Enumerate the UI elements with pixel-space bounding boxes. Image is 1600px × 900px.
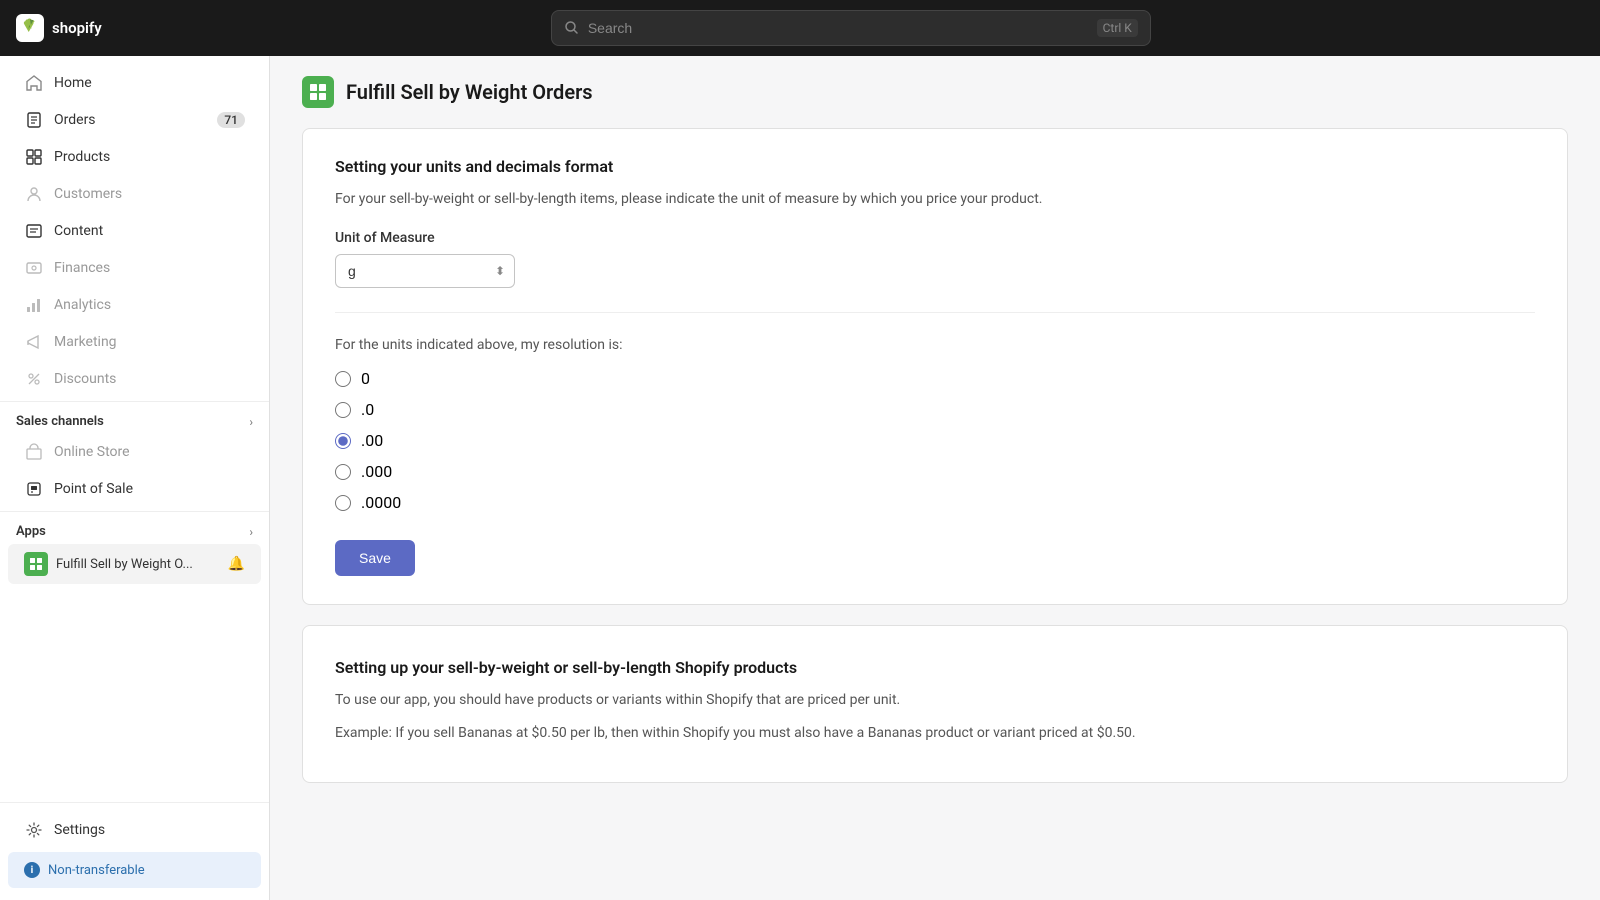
resolution-label: For the units indicated above, my resolu… — [335, 337, 1535, 353]
sidebar: Home Orders 71 Products — [0, 56, 270, 900]
sidebar-item-marketing[interactable]: Marketing — [8, 324, 261, 360]
section1-desc: For your sell-by-weight or sell-by-lengt… — [335, 188, 1535, 210]
sidebar-item-fulfill-app[interactable]: Fulfill Sell by Weight O... 🔔 — [8, 544, 261, 584]
content-icon — [24, 221, 44, 241]
sidebar-label-analytics: Analytics — [54, 297, 111, 313]
radio-label-4: .0000 — [361, 493, 401, 512]
radio-option-1[interactable]: .0 — [335, 400, 1535, 419]
search-input[interactable] — [588, 20, 1089, 36]
sidebar-label-online-store: Online Store — [54, 444, 130, 460]
unit-of-measure-wrapper: g kg lb oz m cm ft in ⬍ — [335, 254, 515, 288]
customers-icon — [24, 184, 44, 204]
topnav: shopify Ctrl K — [0, 0, 1600, 56]
unit-of-measure-select[interactable]: g kg lb oz m cm ft in — [335, 254, 515, 288]
save-button[interactable]: Save — [335, 540, 415, 576]
bell-icon[interactable]: 🔔 — [228, 556, 245, 572]
page-header-icon — [302, 76, 334, 108]
section1-card: Setting your units and decimals format F… — [302, 128, 1568, 605]
sidebar-item-home[interactable]: Home — [8, 65, 261, 101]
radio-4[interactable] — [335, 495, 351, 511]
apps-header: Apps › — [0, 516, 269, 543]
orders-badge: 71 — [217, 112, 245, 128]
sidebar-item-discounts[interactable]: Discounts — [8, 361, 261, 397]
radio-2[interactable] — [335, 433, 351, 449]
shopify-logo[interactable]: shopify — [16, 14, 102, 42]
radio-label-0: 0 — [361, 369, 370, 388]
layout: Home Orders 71 Products — [0, 56, 1600, 900]
radio-option-0[interactable]: 0 — [335, 369, 1535, 388]
sidebar-label-customers: Customers — [54, 186, 122, 202]
search-bar[interactable]: Ctrl K — [551, 10, 1151, 46]
sales-channels-chevron: › — [249, 415, 253, 429]
section2-title: Setting up your sell-by-weight or sell-b… — [335, 658, 1535, 677]
info-icon: i — [24, 862, 40, 878]
fulfill-app-icon — [24, 552, 48, 576]
sidebar-bottom: Settings i Non-transferable — [0, 802, 269, 900]
sidebar-item-settings[interactable]: Settings — [8, 812, 261, 848]
sidebar-label-orders: Orders — [54, 112, 96, 128]
radio-option-3[interactable]: .000 — [335, 462, 1535, 481]
shopify-logo-icon — [16, 14, 44, 42]
store-icon — [24, 442, 44, 462]
sidebar-label-products: Products — [54, 149, 110, 165]
radio-label-2: .00 — [361, 431, 383, 450]
radio-label-3: .000 — [361, 462, 392, 481]
section2-card: Setting up your sell-by-weight or sell-b… — [302, 625, 1568, 783]
sidebar-item-analytics[interactable]: Analytics — [8, 287, 261, 323]
products-icon — [24, 147, 44, 167]
section2-desc2: Example: If you sell Bananas at $0.50 pe… — [335, 722, 1535, 744]
radio-3[interactable] — [335, 464, 351, 480]
sidebar-item-orders[interactable]: Orders 71 — [8, 102, 261, 138]
sidebar-item-customers[interactable]: Customers — [8, 176, 261, 212]
sales-channels-header: Sales channels › — [0, 406, 269, 433]
unit-of-measure-label: Unit of Measure — [335, 230, 1535, 246]
discounts-icon — [24, 369, 44, 389]
radio-option-2[interactable]: .00 — [335, 431, 1535, 450]
radio-label-1: .0 — [361, 400, 374, 419]
sidebar-label-settings: Settings — [54, 822, 105, 838]
apps-label: Apps — [16, 524, 46, 539]
sales-channels-label: Sales channels — [16, 414, 104, 429]
search-icon — [564, 20, 580, 36]
main-content: Fulfill Sell by Weight Orders Setting yo… — [270, 56, 1600, 900]
radio-1[interactable] — [335, 402, 351, 418]
logo-text: shopify — [52, 19, 102, 37]
sidebar-item-products[interactable]: Products — [8, 139, 261, 175]
sidebar-item-finances[interactable]: Finances — [8, 250, 261, 286]
sidebar-divider-2 — [0, 511, 269, 512]
sidebar-label-discounts: Discounts — [54, 371, 116, 387]
section1-title: Setting your units and decimals format — [335, 157, 1535, 176]
radio-0[interactable] — [335, 371, 351, 387]
sidebar-label-finances: Finances — [54, 260, 110, 276]
apps-chevron: › — [249, 525, 253, 539]
home-icon — [24, 73, 44, 93]
sidebar-label-point-of-sale: Point of Sale — [54, 481, 133, 497]
non-transferable-label: Non-transferable — [48, 863, 145, 878]
sidebar-item-online-store[interactable]: Online Store — [8, 434, 261, 470]
sidebar-label-marketing: Marketing — [54, 334, 117, 350]
radio-option-4[interactable]: .0000 — [335, 493, 1535, 512]
sidebar-label-home: Home — [54, 75, 92, 91]
resolution-radio-group: 0 .0 .00 .000 .0000 — [335, 369, 1535, 512]
fulfill-app-label: Fulfill Sell by Weight O... — [56, 557, 193, 572]
analytics-icon — [24, 295, 44, 315]
finances-icon — [24, 258, 44, 278]
orders-icon — [24, 110, 44, 130]
page-header: Fulfill Sell by Weight Orders — [270, 56, 1600, 108]
sidebar-divider-1 — [0, 401, 269, 402]
non-transferable-item[interactable]: i Non-transferable — [8, 852, 261, 888]
section1-divider — [335, 312, 1535, 313]
pos-icon — [24, 479, 44, 499]
page-title: Fulfill Sell by Weight Orders — [346, 80, 593, 104]
sidebar-item-point-of-sale[interactable]: Point of Sale — [8, 471, 261, 507]
sidebar-main-nav: Home Orders 71 Products — [0, 56, 269, 593]
section2-desc1: To use our app, you should have products… — [335, 689, 1535, 711]
search-shortcut: Ctrl K — [1097, 19, 1138, 37]
sidebar-label-content: Content — [54, 223, 103, 239]
sidebar-item-content[interactable]: Content — [8, 213, 261, 249]
settings-icon — [24, 820, 44, 840]
marketing-icon — [24, 332, 44, 352]
